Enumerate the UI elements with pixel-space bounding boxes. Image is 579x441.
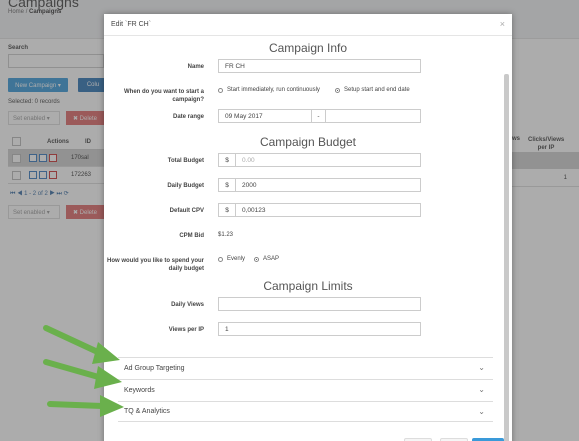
accordion-keywords[interactable]: Keywords ⌄ xyxy=(118,379,493,400)
cpm-bid-label: CPM Bid xyxy=(179,233,204,239)
name-label: Name xyxy=(187,64,204,70)
name-input[interactable]: FR CH xyxy=(218,59,421,73)
arrow-annotation-icon xyxy=(47,395,124,417)
radio-label: Start immediately, run continuously xyxy=(227,87,320,93)
daily-budget-label: Daily Budget xyxy=(167,183,204,189)
modal-title: Edit `FR CH` xyxy=(111,21,152,28)
spend-label: How would you like to spend your daily b… xyxy=(106,258,204,272)
radio-label: ASAP xyxy=(263,256,280,262)
edit-campaign-modal: Edit `FR CH` × Campaign Info Name FR CH … xyxy=(104,14,512,441)
arrow-annotation-icon xyxy=(43,359,122,389)
views-per-ip-input[interactable]: 1 xyxy=(218,322,421,336)
radio-selected-icon[interactable] xyxy=(254,256,259,262)
daily-views-label: Daily Views xyxy=(171,302,204,308)
start-label: When do you want to start a campaign? xyxy=(123,89,204,103)
default-cpv-label: Default CPV xyxy=(169,208,204,214)
accordion-tq-analytics[interactable]: TQ & Analytics ⌄ xyxy=(118,401,493,422)
spend-option-evenly[interactable]: Evenly xyxy=(218,256,245,262)
default-cpv-input[interactable]: 0,00123 xyxy=(235,203,421,217)
section-title-campaign-info: Campaign Info xyxy=(268,41,348,55)
chevron-down-icon[interactable]: ⌄ xyxy=(478,363,485,372)
total-budget-placeholder: 0.00 xyxy=(242,156,255,164)
start-option-immediate[interactable]: Start immediately, run continuously xyxy=(218,87,320,93)
accordion-ad-group-targeting[interactable]: Ad Group Targeting ⌄ xyxy=(118,357,493,378)
currency-addon: $ xyxy=(218,178,236,192)
close-icon[interactable]: × xyxy=(500,19,505,29)
accordion-label: TQ & Analytics xyxy=(124,408,170,415)
radio-label: Setup start and end date xyxy=(344,87,410,93)
daily-budget-input[interactable]: 2000 xyxy=(235,178,421,192)
chevron-down-icon[interactable]: ⌄ xyxy=(478,385,485,394)
modal-header: Edit `FR CH` × xyxy=(104,14,512,36)
spend-option-asap[interactable]: ASAP xyxy=(254,256,279,262)
total-budget-input[interactable]: 0.00 xyxy=(235,153,421,167)
accordion-label: Ad Group Targeting xyxy=(124,364,185,372)
currency-addon: $ xyxy=(218,153,236,167)
chevron-down-icon[interactable]: ⌄ xyxy=(478,407,485,416)
section-title-campaign-limits: Campaign Limits xyxy=(263,279,353,293)
start-option-dates[interactable]: Setup start and end date xyxy=(335,87,410,93)
modal-scrollbar[interactable] xyxy=(504,74,509,441)
radio-icon[interactable] xyxy=(218,256,223,262)
daily-views-input[interactable] xyxy=(218,297,421,311)
cpm-bid-value: $1.23 xyxy=(218,232,234,238)
radio-icon[interactable] xyxy=(218,87,223,93)
radio-label: Evenly xyxy=(227,256,246,262)
date-end-input[interactable] xyxy=(325,109,421,123)
date-range-label: Date range xyxy=(172,114,204,120)
section-title-campaign-budget: Campaign Budget xyxy=(259,135,357,149)
date-start-input[interactable]: 09 May 2017 xyxy=(218,109,312,123)
total-budget-label: Total Budget xyxy=(167,158,204,164)
date-separator: - xyxy=(311,109,326,123)
currency-addon: $ xyxy=(218,203,236,217)
radio-selected-icon[interactable] xyxy=(335,87,340,93)
